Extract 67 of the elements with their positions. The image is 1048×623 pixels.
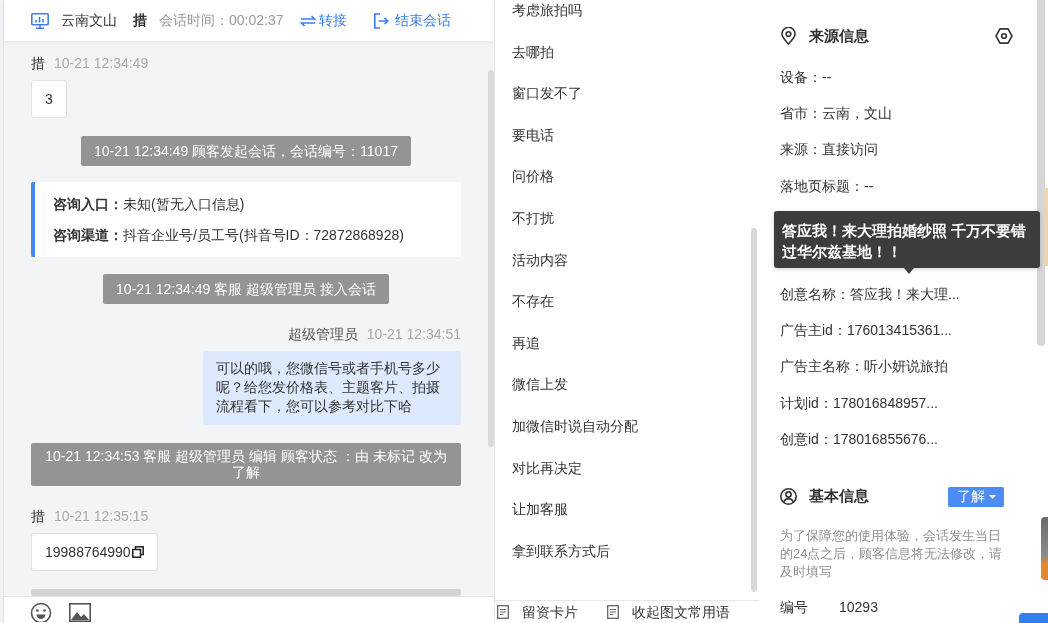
sender-name: 措 [31, 54, 45, 73]
quick-reply-item[interactable]: 要电话 [512, 124, 554, 145]
quick-reply-item[interactable]: 让加客服 [512, 499, 568, 520]
swap-icon [299, 14, 316, 27]
scrollbar[interactable] [488, 70, 494, 447]
user-icon [780, 488, 797, 506]
quick-reply-item[interactable]: 加微信时说自动分配 [512, 415, 638, 436]
location-pin-icon [781, 27, 796, 45]
info-line: 咨询入口：未知(暂无入口信息) [53, 195, 246, 214]
image-icon[interactable] [69, 603, 91, 622]
toolbar-link[interactable]: 留资卡片 [497, 603, 578, 621]
document-icon [497, 605, 509, 619]
notice-text: 为了保障您的使用体验，会话发生当日的24点之后，顾客信息将无法修改，请及时填写 [780, 526, 1004, 581]
info-row-text: 创意id：178016855676... [780, 429, 938, 449]
quick-reply-item[interactable]: 活动内容 [512, 249, 568, 270]
info-row-text: 来源：直接访问 [780, 140, 878, 160]
quick-reply-item[interactable]: 对比再决定 [512, 457, 582, 478]
smiley-icon[interactable] [30, 602, 52, 622]
message-text: 19988764990 [45, 543, 131, 562]
caret-icon [989, 494, 996, 499]
message-time: 10-21 12:34:51 [366, 325, 461, 344]
quick-reply-item[interactable]: 考虑旅拍吗 [512, 0, 582, 20]
system-message: 10-21 12:34:49 顾客发起会话，会话编号：11017 [81, 136, 411, 166]
info-row-text: 创意名称：答应我！来大理... [780, 284, 960, 304]
quick-reply-item[interactable]: 拿到联系方式后 [512, 540, 610, 561]
section-title: 来源信息 [809, 26, 869, 46]
tooltip: 答应我！来大理拍婚纱照 千万不要错过华尔兹基地！！ [774, 210, 1040, 268]
field-label: 编号 [780, 597, 809, 617]
scrollbar[interactable] [1037, 0, 1045, 346]
sender-name: 超级管理员 [287, 325, 358, 344]
section-title: 基本信息 [809, 487, 869, 507]
info-row-text: 落地页标题：-- [780, 176, 874, 196]
quick-reply-item[interactable]: 窗口发不了 [512, 83, 582, 104]
quick-reply-item[interactable]: 去哪拍 [512, 41, 554, 62]
message-time: 10-21 12:35:15 [54, 507, 149, 526]
settings-icon[interactable] [995, 28, 1013, 44]
system-message: 10-21 12:34:49 客服 超级管理员 接入会话 [103, 274, 389, 304]
toolbar-link[interactable]: 收起图文常用语 [607, 603, 730, 621]
document-icon [607, 605, 619, 619]
end-session-link[interactable]: 结束会话 [372, 11, 451, 30]
exit-icon [372, 12, 389, 29]
quick-reply-item[interactable]: 问价格 [512, 166, 554, 187]
info-row-text: 设备：-- [780, 68, 832, 87]
monitor-icon [31, 12, 49, 29]
field-value: 10293 [839, 597, 878, 617]
quick-reply-item[interactable]: 微信上发 [512, 374, 568, 395]
message-bubble: 可以的哦，您微信号或者手机号多少呢？给您发价格表、主题客片、拍摄流程看下，您可以参考对比下哈 [203, 351, 461, 425]
system-message: 10-21 12:34:53 客服 超级管理员 编辑 顾客状态 ：由 未标记 改为了解 [31, 443, 461, 486]
session-time: 会话时间：00:02:37 [159, 11, 284, 30]
transfer-link[interactable]: 转接 [299, 11, 347, 30]
copy-icon[interactable] [131, 546, 144, 558]
message-text: 3 [45, 90, 53, 109]
info-row-text: 广告主名称：听小妍说旅拍 [780, 357, 948, 377]
tooltip-pointer-icon [904, 267, 914, 274]
sender-name: 措 [31, 507, 45, 526]
quick-reply-item[interactable]: 不存在 [512, 291, 554, 312]
quick-reply-item[interactable]: 不打扰 [512, 207, 554, 228]
info-row-text: 计划id：178016848957... [780, 393, 938, 413]
customer-location: 云南文山 [61, 11, 117, 30]
message-time: 10-21 12:34:49 [54, 54, 149, 73]
side-handle[interactable] [1041, 517, 1048, 580]
info-line: 咨询渠道：抖音企业号/员工号(抖音号ID：72872868928) [53, 226, 405, 245]
customer-name: 措 [133, 11, 147, 30]
scrollbar[interactable] [751, 228, 757, 592]
info-row-text: 省市：云南，文山 [780, 104, 892, 124]
info-row-text: 广告主id：176013415361... [780, 321, 952, 341]
quick-reply-item[interactable]: 再追 [512, 332, 540, 353]
